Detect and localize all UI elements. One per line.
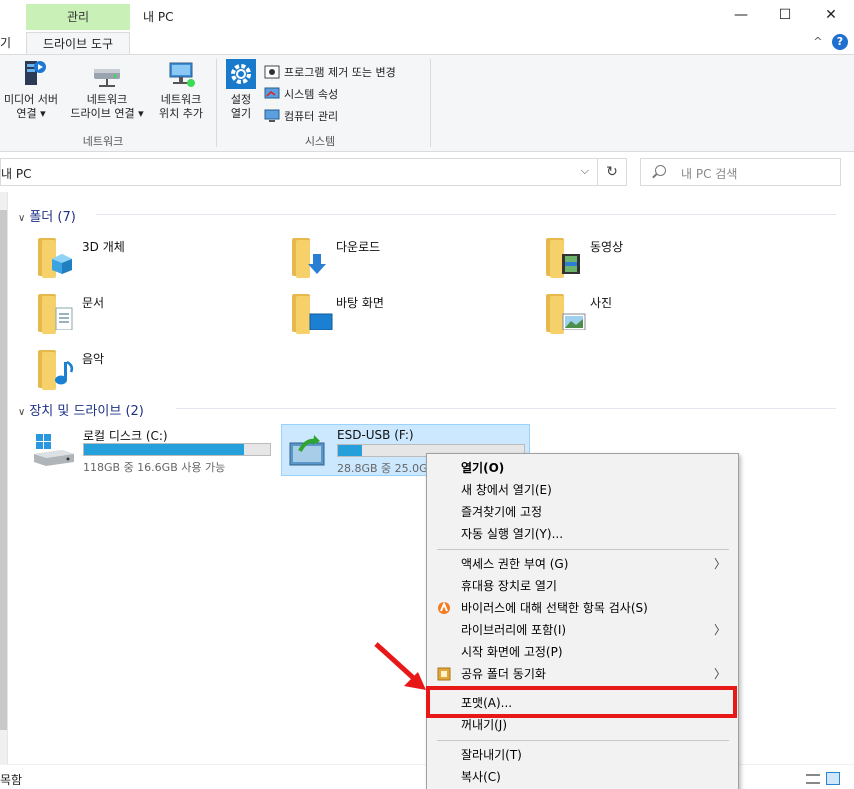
window-title: 내 PC: [143, 10, 174, 24]
tab-drive-tools[interactable]: 드라이브 도구: [26, 32, 130, 54]
format-highlight-box: [426, 686, 737, 718]
download-icon: [290, 236, 330, 278]
section-divider: [96, 214, 836, 215]
chevron-right-icon: 〉: [713, 557, 726, 571]
status-text: 목함: [0, 773, 23, 787]
gear-icon: [225, 59, 257, 89]
menu-item-copy[interactable]: 복사(C): [427, 766, 738, 788]
avast-icon: [438, 601, 450, 614]
document-icon: [36, 292, 76, 334]
folder-3d-icon: [36, 236, 76, 278]
help-icon[interactable]: ?: [832, 34, 848, 50]
drive-name: 로컬 디스크 (C:): [83, 429, 168, 443]
folder-downloads[interactable]: 다운로드: [290, 236, 540, 286]
folder-desktop[interactable]: 바탕 화면: [290, 292, 540, 342]
computer-management-button[interactable]: 컴퓨터 관리: [264, 107, 338, 127]
uninstall-program-button[interactable]: 프로그램 제거 또는 변경: [264, 63, 396, 83]
drive-size: 118GB 중 16.6GB 사용 가능: [83, 461, 226, 474]
media-server-button[interactable]: 미디어 서버 연결 ▾: [0, 59, 62, 121]
computer-management-icon: [264, 109, 280, 123]
address-path: 내 PC: [1, 167, 32, 181]
add-network-location-button[interactable]: 네트워크 위치 추가: [152, 59, 210, 121]
search-icon: [655, 165, 666, 176]
menu-item-sync-shared-folder[interactable]: 공유 폴더 동기화 〉: [427, 663, 738, 685]
menu-item-open-portable[interactable]: 휴대용 장치로 열기: [427, 575, 738, 597]
folder-3d-objects[interactable]: 3D 개체: [36, 236, 286, 286]
system-properties-icon: [264, 87, 280, 101]
address-bar[interactable]: 내 PC ⌵: [0, 158, 598, 186]
nav-pane-scrollbar[interactable]: [0, 192, 8, 764]
uninstall-icon: [264, 65, 280, 79]
tab-manage[interactable]: 관리: [26, 4, 130, 30]
close-button[interactable]: ✕: [808, 0, 854, 30]
chevron-down-icon: ∨: [18, 213, 26, 224]
network-location-icon: [165, 59, 197, 89]
chevron-down-icon: ∨: [18, 407, 26, 418]
drive-usage-bar: [83, 443, 271, 456]
drive-usage-fill: [338, 445, 363, 456]
folder-pictures[interactable]: 사진: [544, 292, 794, 342]
menu-item-autoplay[interactable]: 자동 실행 열기(Y)...: [427, 523, 738, 545]
folder-videos[interactable]: 동영상: [544, 236, 794, 286]
network-drive-icon: [91, 59, 123, 89]
maximize-button[interactable]: ☐: [762, 0, 808, 30]
network-group-label: 네트워크: [82, 135, 124, 148]
menu-separator: [437, 549, 729, 550]
ribbon-tab-row: 기 드라이브 도구 ^ ?: [0, 30, 854, 54]
picture-icon: [544, 292, 586, 334]
context-menu: 열기(O) 새 창에서 열기(E) 즐겨찾기에 고정 자동 실행 열기(Y)..…: [426, 453, 739, 789]
group-divider: [430, 59, 431, 147]
music-icon: [36, 348, 76, 390]
menu-item-include-library[interactable]: 라이브러리에 포함(I) 〉: [427, 619, 738, 641]
menu-item-cut[interactable]: 잘라내기(T): [427, 744, 738, 766]
chevron-right-icon: 〉: [713, 667, 726, 681]
large-icons-view-icon[interactable]: [826, 772, 840, 785]
address-row: 내 PC ⌵ ↻ 내 PC 검색: [0, 152, 854, 192]
menu-item-pin-quick-access[interactable]: 즐겨찾기에 고정: [427, 501, 738, 523]
video-icon: [544, 236, 584, 278]
open-settings-button[interactable]: 설정 열기: [222, 59, 260, 121]
menu-item-give-access[interactable]: 액세스 권한 부여 (G) 〉: [427, 553, 738, 575]
title-bar: 관리 내 PC — ☐ ✕: [0, 0, 854, 32]
folder-music[interactable]: 음악: [36, 348, 286, 398]
collapse-ribbon-button[interactable]: ^: [813, 35, 822, 48]
chevron-right-icon: 〉: [713, 623, 726, 637]
usb-drive-icon: [286, 433, 330, 469]
scrollbar-thumb[interactable]: [0, 210, 7, 730]
search-placeholder: 내 PC 검색: [681, 167, 738, 181]
search-input[interactable]: 내 PC 검색: [640, 158, 841, 186]
menu-item-open[interactable]: 열기(O): [427, 457, 738, 479]
folders-section-header[interactable]: ∨ 폴더 (7): [18, 206, 76, 225]
system-group-label: 시스템: [304, 135, 336, 148]
drive-usage-fill: [84, 444, 244, 455]
media-server-icon: [15, 59, 47, 89]
hard-drive-icon: [32, 432, 76, 468]
folder-documents[interactable]: 문서: [36, 292, 286, 342]
map-network-drive-button[interactable]: 네트워크 드라이브 연결 ▾: [64, 59, 150, 121]
drive-c[interactable]: 로컬 디스크 (C:) 118GB 중 16.6GB 사용 가능: [28, 424, 276, 476]
tab-view-fragment[interactable]: 기: [0, 32, 11, 54]
menu-item-avast-scan[interactable]: 바이러스에 대해 선택한 항목 검사(S): [427, 597, 738, 619]
ribbon: 미디어 서버 연결 ▾ 네트워크 드라이브 연결 ▾ 네트워크 위치 추가 네트…: [0, 54, 854, 152]
system-properties-button[interactable]: 시스템 속성: [264, 85, 338, 105]
minimize-button[interactable]: —: [718, 0, 764, 30]
desktop-icon: [290, 292, 333, 334]
ribbon-controls: ^ ?: [813, 34, 848, 50]
refresh-button[interactable]: ↻: [597, 158, 627, 186]
menu-item-pin-start[interactable]: 시작 화면에 고정(P): [427, 641, 738, 663]
group-divider: [216, 59, 217, 147]
section-divider: [176, 408, 836, 409]
red-arrow-icon: [374, 642, 426, 690]
devices-section-header[interactable]: ∨ 장치 및 드라이브 (2): [18, 400, 144, 419]
drive-name: ESD-USB (F:): [337, 428, 414, 442]
details-view-icon[interactable]: [806, 774, 820, 784]
menu-separator: [437, 740, 729, 741]
chevron-down-icon[interactable]: ⌵: [581, 164, 589, 178]
menu-item-open-new-window[interactable]: 새 창에서 열기(E): [427, 479, 738, 501]
